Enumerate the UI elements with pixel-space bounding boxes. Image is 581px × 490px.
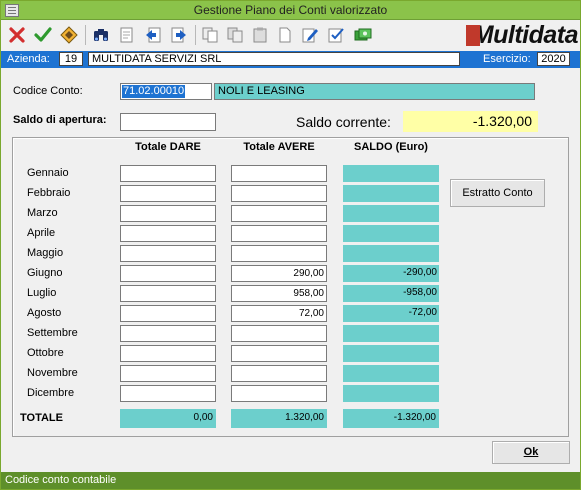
title-bar[interactable]: Gestione Piano dei Conti valorizzato: [1, 1, 580, 20]
dare-cell[interactable]: [120, 345, 216, 362]
payment-icon[interactable]: [353, 25, 373, 45]
dare-cell[interactable]: [120, 285, 216, 302]
toolbar-separator: [195, 25, 196, 45]
avere-cell[interactable]: [231, 165, 327, 182]
azienda-label: Azienda:: [7, 53, 50, 65]
binoculars-search-icon[interactable]: [91, 25, 111, 45]
totale-saldo: -1.320,00: [343, 409, 439, 428]
toolbar-separator: [85, 25, 86, 45]
esercizio-year-field: 2020: [537, 52, 570, 66]
avere-cell[interactable]: 290,00: [231, 265, 327, 282]
dare-cell[interactable]: [120, 305, 216, 322]
confirm-check-icon[interactable]: [33, 25, 53, 45]
avere-cell[interactable]: 72,00: [231, 305, 327, 322]
avere-cell[interactable]: 958,00: [231, 285, 327, 302]
saldo-corrente-value: -1.320,00: [403, 111, 538, 132]
avere-cell[interactable]: [231, 185, 327, 202]
month-label: Giugno: [27, 267, 63, 279]
new-document-icon[interactable]: [275, 25, 295, 45]
avere-cell[interactable]: [231, 385, 327, 402]
month-label: Aprile: [27, 227, 56, 239]
month-label: Dicembre: [27, 387, 75, 399]
totale-avere: 1.320,00: [231, 409, 327, 428]
totale-dare: 0,00: [120, 409, 216, 428]
dare-cell[interactable]: [120, 165, 216, 182]
avere-cell[interactable]: [231, 365, 327, 382]
month-label: Gennaio: [27, 167, 69, 179]
month-label: Maggio: [27, 247, 64, 259]
month-label: Marzo: [27, 207, 58, 219]
saldo-apertura-label: Saldo di apertura:: [13, 114, 107, 126]
dare-cell[interactable]: [120, 325, 216, 342]
codice-conto-label: Codice Conto:: [13, 85, 83, 97]
estratto-conto-button[interactable]: Estratto Conto: [450, 179, 545, 207]
copy-document-icon[interactable]: [200, 25, 220, 45]
conto-description: NOLI E LEASING: [214, 83, 535, 100]
dare-cell[interactable]: [120, 185, 216, 202]
month-label: Luglio: [27, 287, 57, 299]
saldo-cell: [343, 225, 439, 242]
saldo-cell: [343, 385, 439, 402]
esercizio-label: Esercizio:: [483, 53, 531, 65]
dare-cell[interactable]: [120, 365, 216, 382]
saldo-apertura-input[interactable]: [120, 113, 216, 131]
paste-document-icon[interactable]: [225, 25, 245, 45]
month-label: Settembre: [27, 327, 78, 339]
print-preview-icon[interactable]: [117, 25, 137, 45]
month-label: Ottobre: [27, 347, 64, 359]
saldo-cell: [343, 165, 439, 182]
avere-cell[interactable]: [231, 245, 327, 262]
saldo-cell: -72,00: [343, 305, 439, 322]
diamond-icon[interactable]: [59, 25, 79, 45]
saldo-cell: [343, 245, 439, 262]
saldo-cell: [343, 205, 439, 222]
avere-cell[interactable]: [231, 345, 327, 362]
dare-cell[interactable]: [120, 385, 216, 402]
status-bar: Codice conto contabile: [1, 472, 580, 489]
codice-conto-value: 71.02.00010: [122, 85, 186, 98]
header-totale-dare: Totale DARE: [135, 141, 201, 153]
month-label: Agosto: [27, 307, 62, 319]
dare-cell[interactable]: [120, 265, 216, 282]
back-arrow-icon[interactable]: [143, 25, 163, 45]
close-icon[interactable]: [7, 25, 27, 45]
clipboard-icon[interactable]: [250, 25, 270, 45]
checklist-icon[interactable]: [326, 25, 346, 45]
azienda-code-field: 19: [59, 52, 83, 66]
window: Gestione Piano dei Conti valorizzato Mul…: [0, 0, 581, 490]
saldo-corrente-label: Saldo corrente:: [296, 114, 391, 130]
dare-cell[interactable]: [120, 225, 216, 242]
saldo-cell: [343, 185, 439, 202]
forward-arrow-icon[interactable]: [169, 25, 189, 45]
totale-label: TOTALE: [20, 412, 63, 424]
avere-cell[interactable]: [231, 225, 327, 242]
dare-cell[interactable]: [120, 205, 216, 222]
avere-cell[interactable]: [231, 325, 327, 342]
header-saldo: SALDO (Euro): [354, 141, 428, 153]
edit-document-icon[interactable]: [300, 25, 320, 45]
saldo-cell: [343, 325, 439, 342]
dare-cell[interactable]: [120, 245, 216, 262]
multidata-logo: Multidata: [466, 22, 579, 49]
saldo-cell: [343, 345, 439, 362]
azienda-name-field: MULTIDATA SERVIZI SRL: [88, 52, 460, 66]
header-totale-avere: Totale AVERE: [243, 141, 315, 153]
saldo-cell: -290,00: [343, 265, 439, 282]
codice-conto-input[interactable]: 71.02.00010: [120, 83, 212, 100]
month-label: Novembre: [27, 367, 78, 379]
saldo-cell: -958,00: [343, 285, 439, 302]
saldo-cell: [343, 365, 439, 382]
month-label: Febbraio: [27, 187, 71, 199]
ok-button[interactable]: Ok: [492, 441, 570, 464]
window-title: Gestione Piano dei Conti valorizzato: [193, 3, 388, 17]
avere-cell[interactable]: [231, 205, 327, 222]
azienda-bar: Azienda: 19 MULTIDATA SERVIZI SRL Eserci…: [1, 51, 580, 68]
